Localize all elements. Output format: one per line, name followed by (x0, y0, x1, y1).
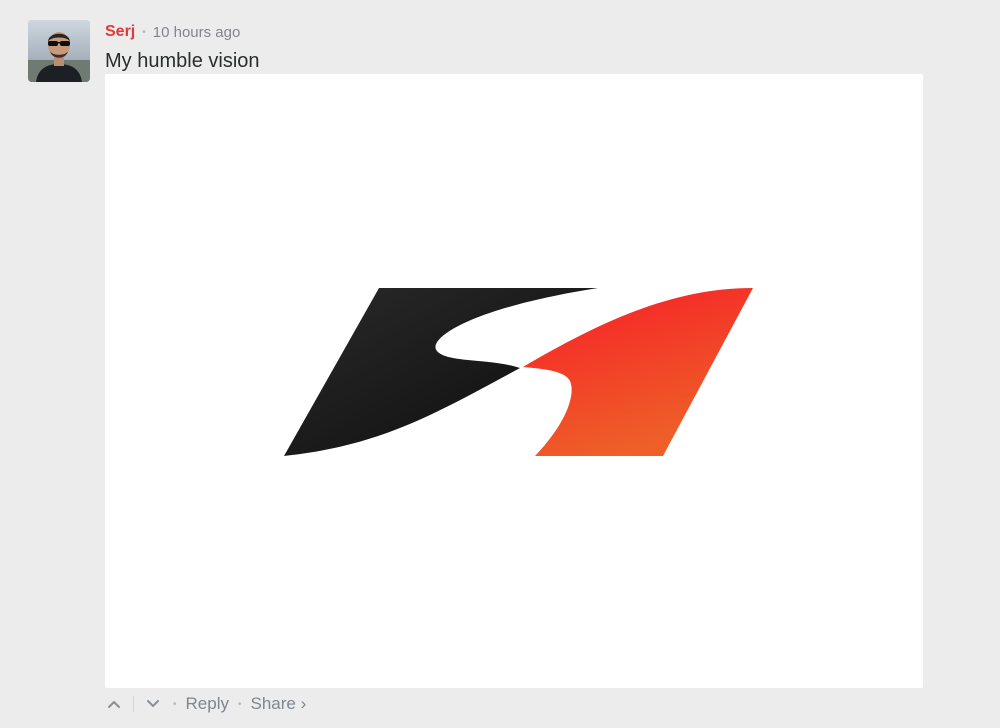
chevron-up-icon (108, 701, 120, 708)
footer-separator: • (173, 698, 177, 710)
reply-button[interactable]: Reply (186, 694, 229, 714)
comment-timestamp[interactable]: 10 hours ago (153, 24, 241, 41)
downvote-button[interactable] (142, 693, 164, 715)
comment-message: My humble vision (105, 50, 260, 72)
author-name[interactable]: Serj (105, 23, 135, 41)
upvote-button[interactable] (103, 693, 125, 715)
avatar-image (28, 20, 90, 82)
footer-separator: • (237, 698, 242, 710)
header-separator: • (142, 26, 146, 38)
comment: Serj • 10 hours ago My humble vision • R… (0, 0, 1000, 728)
chevron-down-icon (147, 700, 159, 707)
vote-divider (133, 696, 134, 712)
logo-dark-shape (284, 288, 598, 456)
comment-footer: • Reply • Share › (103, 692, 306, 716)
avatar[interactable] (28, 20, 90, 82)
logo-red-shape (523, 288, 753, 456)
share-button[interactable]: Share › (251, 694, 307, 714)
attached-image[interactable] (105, 74, 923, 688)
comment-header: Serj • 10 hours ago (105, 22, 240, 42)
f1-logo-image (284, 288, 753, 456)
